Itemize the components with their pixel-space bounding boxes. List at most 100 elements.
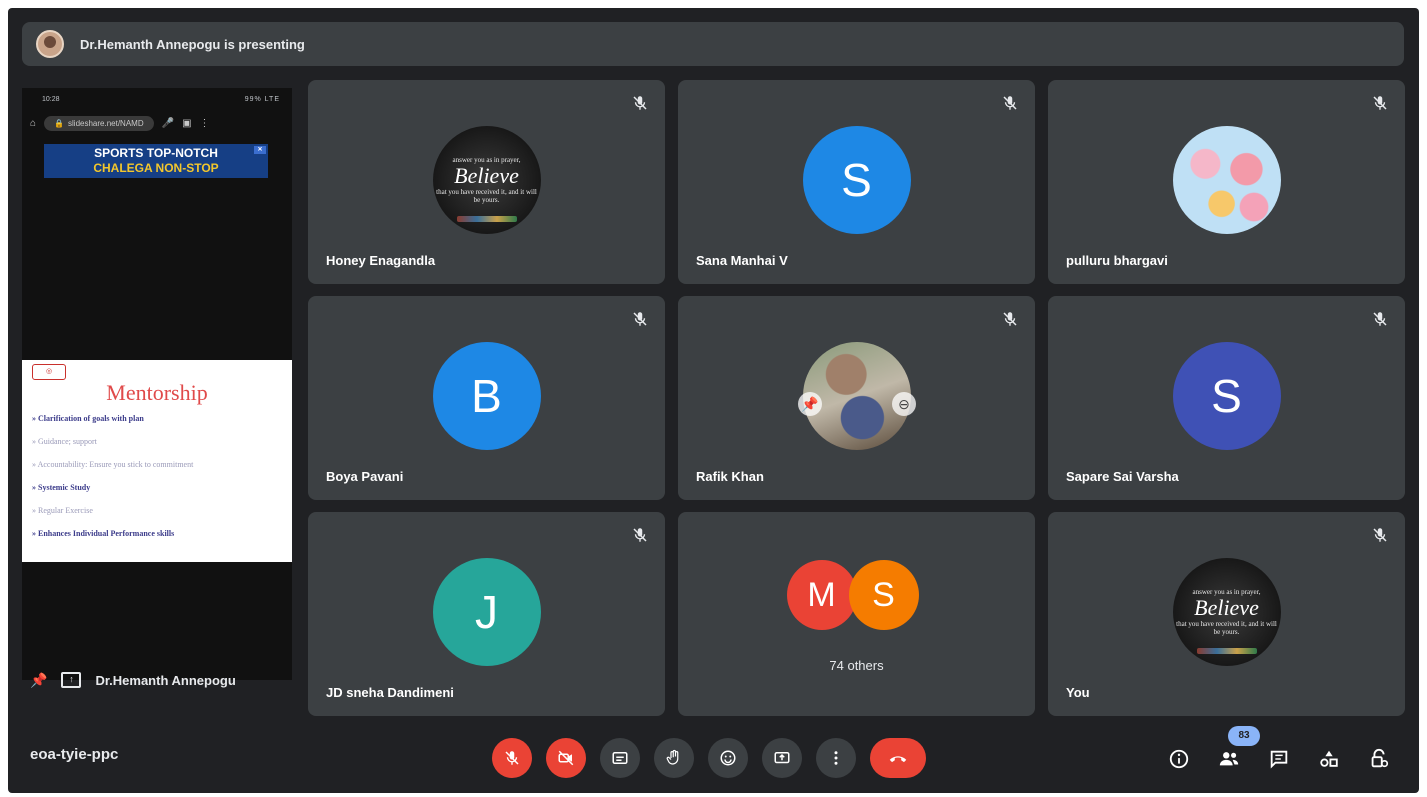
believe-big: Believe (1194, 595, 1259, 620)
slide-bullet: » Regular Exercise (32, 506, 93, 515)
slide: ◎ Mentorship » Clarification of goals wi… (22, 360, 292, 562)
ad-close-icon: ✕ (254, 146, 266, 154)
meet-window: Dr.Hemanth Annepogu is presenting 10:28 … (8, 8, 1419, 793)
lock-person-icon (1371, 748, 1389, 768)
slide-bullet: » Accountability: Ensure you stick to co… (32, 460, 194, 469)
participant-avatar: answer you as in prayer, Believe that yo… (1172, 558, 1281, 666)
slide-bullet: » Clarification of goals with plan (32, 414, 144, 423)
participant-avatar: S (1172, 342, 1281, 450)
presenter-label: 📌 ↑ Dr.Hemanth Annepogu (22, 668, 292, 692)
others-avatar: M (786, 560, 857, 630)
remove-icon[interactable]: ⊖ (892, 392, 916, 416)
mic-icon: 🎤 (161, 117, 175, 129)
participant-name: Boya Pavani (326, 469, 404, 484)
pin-icon[interactable]: 📌 (798, 392, 822, 416)
host-controls-button[interactable] (1366, 746, 1392, 772)
others-count: 74 others (829, 658, 884, 673)
participant-name: Honey Enagandla (326, 253, 436, 268)
mic-off-icon (505, 751, 519, 765)
participant-tile[interactable]: answer you as in prayer, Believe that yo… (308, 80, 665, 284)
slide-title: Mentorship (106, 380, 208, 405)
participant-tile[interactable]: B Boya Pavani (308, 296, 665, 500)
camera-off-icon (558, 750, 574, 766)
believe-small-bottom: that you have received it, and it will b… (436, 188, 537, 204)
participant-name: You (1066, 685, 1090, 700)
mic-off-icon (633, 312, 647, 326)
more-vert-icon (834, 751, 838, 765)
mic-off-icon (1003, 312, 1017, 326)
present-screen-icon: ↑ (61, 672, 82, 688)
phone-status-time: 10:28 (42, 95, 60, 103)
captions-button[interactable] (600, 738, 640, 778)
presentation-screen[interactable]: 10:28 99% LTE ⌂ 🔒 slideshare.net/NAMD 🎤 … (22, 88, 292, 680)
participant-name: Rafik Khan (696, 469, 764, 484)
mic-off-icon (633, 96, 647, 110)
believe-big: Believe (454, 163, 519, 188)
more-options-button[interactable] (816, 738, 856, 778)
present-now-button[interactable] (762, 738, 802, 778)
reactions-button[interactable] (708, 738, 748, 778)
slide-bullet: » Systemic Study (32, 483, 91, 492)
tabs-icon: ▣ (182, 117, 192, 129)
presenting-text: Dr.Hemanth Annepogu is presenting (80, 36, 305, 52)
chat-button[interactable] (1266, 746, 1292, 772)
participant-avatar: S (802, 126, 911, 234)
others-tile[interactable]: M S 74 others (678, 512, 1035, 716)
participant-avatar (1172, 126, 1281, 234)
slide-logo: ◎ (32, 364, 66, 380)
participant-name: JD sneha Dandimeni (326, 685, 454, 700)
activities-icon (1320, 750, 1338, 767)
hand-icon (666, 749, 679, 765)
camera-toggle-button[interactable] (546, 738, 586, 778)
participant-avatar: answer you as in prayer, Believe that yo… (432, 126, 541, 234)
mic-off-icon (633, 528, 647, 542)
ad-line-2: CHALEGA NON-STOP (93, 161, 219, 175)
mic-toggle-button[interactable] (492, 738, 532, 778)
hang-up-icon (889, 756, 907, 763)
pin-icon[interactable]: 📌 (30, 672, 47, 689)
raise-hand-button[interactable] (654, 738, 694, 778)
emoji-icon (720, 750, 736, 766)
participant-avatar: J (432, 558, 541, 666)
home-icon: ⌂ (30, 117, 37, 129)
participant-tile[interactable]: S Sana Manhai V (678, 80, 1035, 284)
slide-bullet: » Enhances Individual Performance skills (32, 529, 175, 538)
participant-count-badge: 83 (1228, 726, 1260, 746)
participant-name: Sana Manhai V (696, 253, 788, 268)
info-icon (1169, 749, 1189, 769)
captions-icon (612, 752, 628, 764)
mic-off-icon (1373, 312, 1387, 326)
activities-button[interactable] (1316, 746, 1342, 772)
participant-name: pulluru bhargavi (1066, 253, 1168, 268)
believe-small-bottom: that you have received it, and it will b… (1176, 620, 1277, 636)
chat-icon (1270, 750, 1288, 769)
present-icon (774, 752, 790, 764)
people-icon (1219, 752, 1239, 766)
lock-icon: 🔒 (54, 118, 65, 128)
participant-tile[interactable]: S Sapare Sai Varsha (1048, 296, 1405, 500)
url-bar: 🔒 slideshare.net/NAMD (44, 115, 154, 131)
mic-off-icon (1003, 96, 1017, 110)
participant-tile[interactable]: J JD sneha Dandimeni (308, 512, 665, 716)
believe-stripes (1196, 648, 1257, 654)
mic-off-icon (1373, 96, 1387, 110)
url-text: slideshare.net/NAMD (68, 118, 144, 128)
meeting-code: eoa-tyie-ppc (30, 746, 119, 763)
more-vert-icon: ⋮ (199, 117, 210, 129)
ad-banner: SPORTS TOP-NOTCH CHALEGA NON-STOP ✕ (44, 144, 268, 178)
ad-line-1: SPORTS TOP-NOTCH (94, 146, 218, 160)
meeting-details-button[interactable] (1166, 746, 1192, 772)
participant-tile[interactable]: pulluru bhargavi (1048, 80, 1405, 284)
others-avatar: S (848, 560, 919, 630)
phone-status-right: 99% LTE (244, 95, 280, 103)
self-tile[interactable]: answer you as in prayer, Believe that yo… (1048, 512, 1405, 716)
leave-call-button[interactable] (870, 738, 926, 778)
presenter-name: Dr.Hemanth Annepogu (95, 672, 236, 688)
mic-off-icon (1373, 528, 1387, 542)
participant-name: Sapare Sai Varsha (1066, 469, 1179, 484)
browser-bar: ⌂ 🔒 slideshare.net/NAMD 🎤 ▣ ⋮ (22, 110, 292, 136)
participant-tile[interactable]: 📌 ⊖ Rafik Khan (678, 296, 1035, 500)
people-button[interactable] (1216, 746, 1242, 772)
participant-avatar: B (432, 342, 541, 450)
presenting-bar: Dr.Hemanth Annepogu is presenting (22, 22, 1404, 66)
